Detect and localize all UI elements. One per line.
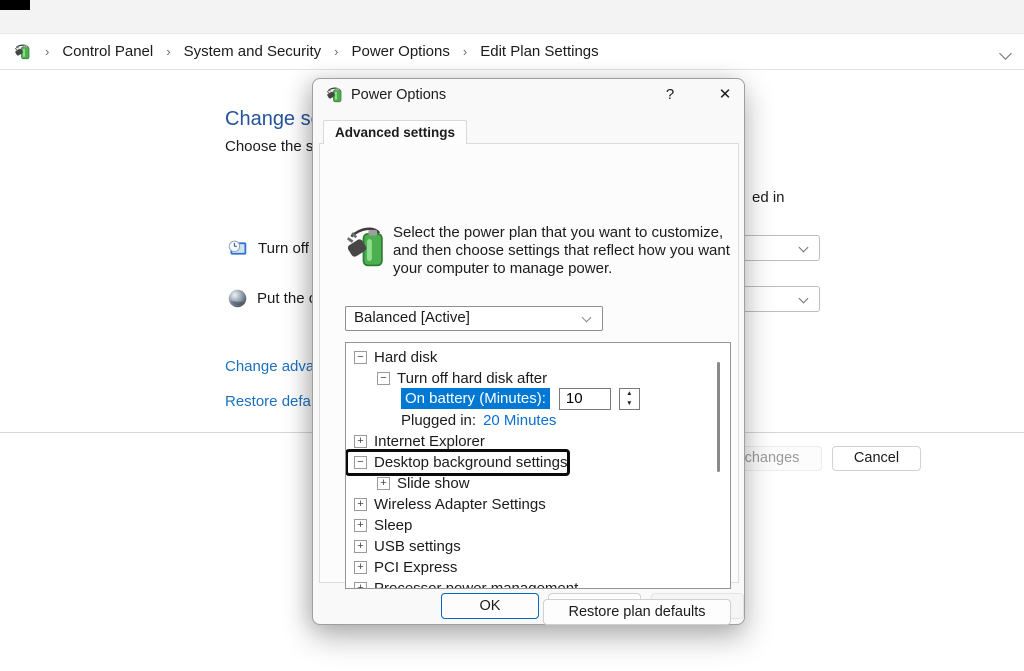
expand-icon[interactable]: + xyxy=(354,519,367,532)
turn-off-display-label-clipped: Turn off xyxy=(258,240,309,257)
advanced-settings-tree: − Hard disk − Turn off hard disk after O… xyxy=(345,342,731,589)
power-options-dialog: Power Options ? ✕ Advanced settings Sele… xyxy=(312,78,745,625)
expand-icon[interactable]: + xyxy=(354,498,367,511)
power-plan-icon xyxy=(346,224,388,270)
sleep-sphere-icon xyxy=(227,288,248,309)
breadcrumb: › Control Panel › System and Security › … xyxy=(0,33,1024,70)
expand-icon[interactable]: + xyxy=(354,540,367,553)
breadcrumb-item-power-options[interactable]: Power Options xyxy=(351,43,449,60)
tree-item-label: Desktop background settings xyxy=(374,454,567,471)
expand-icon[interactable]: + xyxy=(354,561,367,574)
tree-item-usb-settings[interactable]: + USB settings xyxy=(346,536,714,557)
minutes-stepper: ▲▼ xyxy=(619,388,640,410)
dialog-description: Select the power plan that you want to c… xyxy=(393,224,743,278)
breadcrumb-separator: › xyxy=(166,44,170,59)
tree-item-plugged-in-setting[interactable]: Plugged in: 20 Minutes xyxy=(346,410,714,431)
tree-item-label: Internet Explorer xyxy=(374,433,485,450)
power-options-icon xyxy=(326,86,344,104)
tree-item-pci-express[interactable]: + PCI Express xyxy=(346,557,714,578)
tree-item-desktop-background-settings[interactable]: − Desktop background settings xyxy=(346,452,714,473)
tree-item-wireless-adapter-settings[interactable]: + Wireless Adapter Settings xyxy=(346,494,714,515)
change-advanced-settings-link-clipped[interactable]: Change adva xyxy=(225,358,314,375)
stepper-down-icon[interactable]: ▼ xyxy=(620,399,639,409)
page-title-clipped: Change se xyxy=(225,108,322,131)
tree-item-internet-explorer[interactable]: + Internet Explorer xyxy=(346,431,714,452)
on-battery-selected-label: On battery (Minutes): xyxy=(401,388,550,409)
put-computer-sleep-label-clipped: Put the c xyxy=(257,290,316,307)
clipped-titlebar-fragment xyxy=(0,0,30,10)
tab-advanced-settings[interactable]: Advanced settings xyxy=(323,120,467,144)
stepper-up-icon[interactable]: ▲ xyxy=(620,389,639,399)
tree-item-label: Processor power management xyxy=(374,580,578,589)
collapse-icon[interactable]: − xyxy=(377,372,390,385)
window-top-strip xyxy=(0,0,1024,33)
chevron-down-icon xyxy=(582,313,592,323)
tree-item-slide-show[interactable]: + Slide show xyxy=(346,473,714,494)
breadcrumb-item-control-panel[interactable]: Control Panel xyxy=(62,43,153,60)
tree-scrollbar-thumb[interactable] xyxy=(717,362,720,472)
expand-icon[interactable]: + xyxy=(377,477,390,490)
tree-item-sleep[interactable]: + Sleep xyxy=(346,515,714,536)
tree-item-hard-disk[interactable]: − Hard disk xyxy=(346,347,714,368)
address-dropdown-chevron-icon[interactable] xyxy=(999,47,1012,60)
tree-item-label: Wireless Adapter Settings xyxy=(374,496,546,513)
tree-item-label: Turn off hard disk after xyxy=(397,370,547,387)
plugged-in-label: Plugged in: xyxy=(401,412,476,429)
tree-item-on-battery-setting[interactable]: On battery (Minutes): ▲▼ xyxy=(346,388,714,409)
restore-plan-defaults-button[interactable]: Restore plan defaults xyxy=(543,599,731,625)
tree-scrollbar[interactable] xyxy=(716,343,728,588)
collapse-icon[interactable]: − xyxy=(354,351,367,364)
expand-icon[interactable]: + xyxy=(354,435,367,448)
display-clock-icon xyxy=(227,238,248,259)
page-cancel-button[interactable]: Cancel xyxy=(832,446,921,471)
breadcrumb-separator: › xyxy=(463,44,467,59)
plugged-in-value-link[interactable]: 20 Minutes xyxy=(483,412,556,429)
plugged-in-column-header-clipped: ed in xyxy=(752,189,785,206)
expand-icon[interactable]: + xyxy=(354,582,367,589)
power-options-icon xyxy=(14,43,32,61)
ok-button[interactable]: OK xyxy=(441,593,539,619)
advanced-settings-tab-page: Select the power plan that you want to c… xyxy=(319,143,739,583)
breadcrumb-separator: › xyxy=(45,44,49,59)
chevron-down-icon xyxy=(799,243,809,253)
tree-item-label: PCI Express xyxy=(374,559,457,576)
on-battery-minutes-input[interactable] xyxy=(559,388,611,410)
restore-default-settings-link-clipped[interactable]: Restore defa xyxy=(225,393,311,410)
help-button[interactable]: ? xyxy=(657,83,683,107)
breadcrumb-item-edit-plan-settings[interactable]: Edit Plan Settings xyxy=(480,43,598,60)
tree-item-label: USB settings xyxy=(374,538,461,555)
tree-item-turn-off-hard-disk-after[interactable]: − Turn off hard disk after xyxy=(346,368,714,389)
close-button[interactable]: ✕ xyxy=(712,83,738,107)
collapse-icon[interactable]: − xyxy=(354,456,367,469)
breadcrumb-separator: › xyxy=(334,44,338,59)
chevron-down-icon xyxy=(799,294,809,304)
dialog-title: Power Options xyxy=(351,87,446,103)
tree-item-label: Sleep xyxy=(374,517,412,534)
screen: › Control Panel › System and Security › … xyxy=(0,0,1024,671)
power-plan-selected-value: Balanced [Active] xyxy=(354,309,470,326)
page-subtitle-clipped: Choose the sl xyxy=(225,138,317,155)
tree-item-label: Hard disk xyxy=(374,349,437,366)
breadcrumb-item-system-and-security[interactable]: System and Security xyxy=(184,43,322,60)
tree-item-label: Slide show xyxy=(397,475,470,492)
power-plan-select[interactable]: Balanced [Active] xyxy=(345,306,603,331)
tree-item-processor-power-management[interactable]: + Processor power management xyxy=(346,578,714,589)
